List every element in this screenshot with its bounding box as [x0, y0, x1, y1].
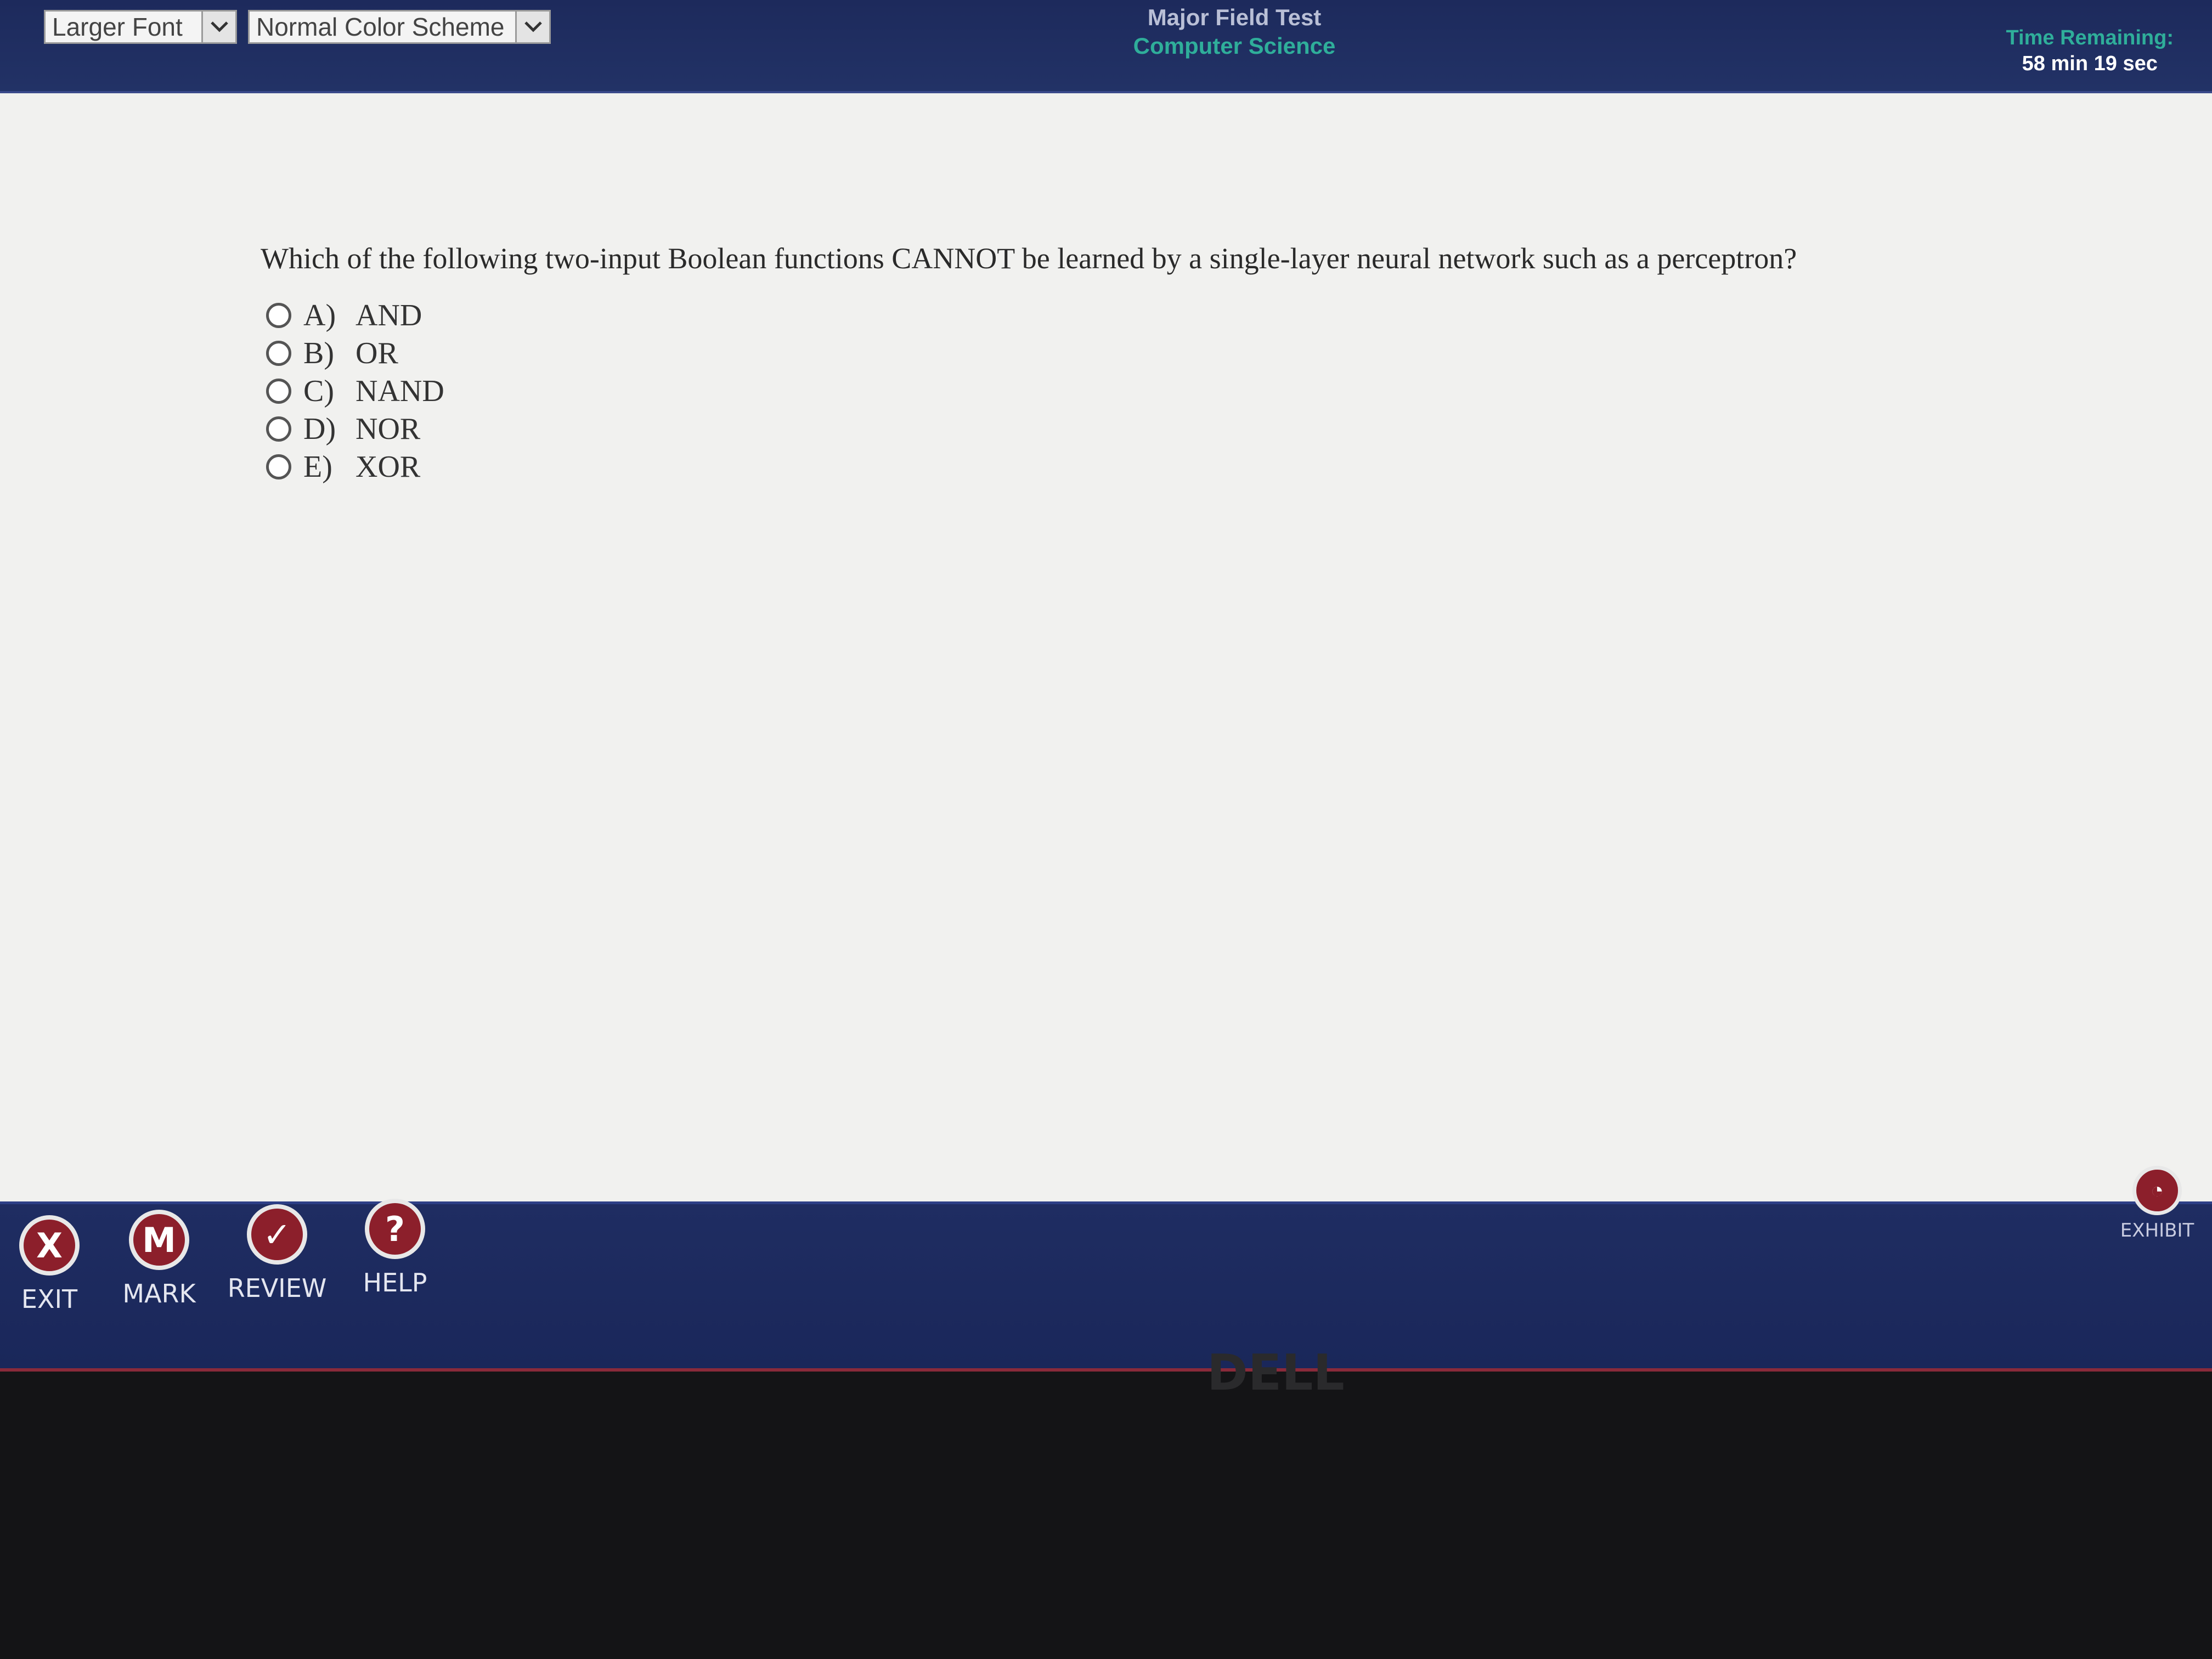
- option-letter: C): [303, 374, 334, 408]
- option-text: OR: [356, 336, 398, 370]
- test-name: Major Field Test: [1147, 4, 1322, 30]
- font-size-select[interactable]: Larger Font: [44, 10, 237, 44]
- radio-button[interactable]: [266, 454, 291, 479]
- option-c[interactable]: C) NAND: [266, 372, 444, 410]
- radio-button[interactable]: [266, 378, 291, 404]
- radio-button[interactable]: [266, 340, 291, 366]
- font-size-select-value: Larger Font: [52, 13, 183, 41]
- help-button[interactable]: ? HELP: [335, 1199, 455, 1297]
- mark-button[interactable]: M MARK: [99, 1210, 219, 1308]
- exhibit-label: EXHIBIT: [2120, 1220, 2194, 1242]
- exhibit-icon: ◔: [2132, 1166, 2182, 1215]
- mark-label: MARK: [122, 1279, 196, 1308]
- help-icon: ?: [365, 1199, 425, 1259]
- review-label: REVIEW: [227, 1273, 327, 1303]
- bottom-toolbar: ◔ EXHIBIT X EXIT M MARK ✓ REVIEW ? HELP: [0, 1166, 2212, 1372]
- exit-button[interactable]: X EXIT: [0, 1215, 110, 1314]
- option-letter: D): [303, 411, 336, 446]
- option-a[interactable]: A) AND: [266, 296, 444, 334]
- question-text: Which of the following two-input Boolean…: [261, 242, 1797, 275]
- exit-label: EXIT: [21, 1284, 78, 1314]
- header-bar: Larger Font Normal Color Scheme Major Fi…: [0, 0, 2212, 93]
- review-button[interactable]: ✓ REVIEW: [217, 1204, 337, 1303]
- check-icon: ✓: [247, 1204, 307, 1265]
- option-d[interactable]: D) NOR: [266, 410, 444, 448]
- exam-screen: Larger Font Normal Color Scheme Major Fi…: [0, 0, 2212, 1372]
- exhibit-button[interactable]: ◔ EXHIBIT: [2113, 1166, 2201, 1242]
- test-subject: Computer Science: [1133, 33, 1336, 59]
- answer-options: A) AND B) OR C) NAND D) NOR E) XOR: [266, 296, 444, 486]
- option-e[interactable]: E) XOR: [266, 448, 444, 486]
- option-letter: B): [303, 336, 334, 370]
- chevron-down-icon[interactable]: [201, 12, 235, 42]
- mark-icon: M: [129, 1210, 189, 1270]
- help-label: HELP: [363, 1268, 427, 1297]
- color-scheme-select[interactable]: Normal Color Scheme: [248, 10, 551, 44]
- monitor-bezel: [0, 1372, 2212, 1659]
- option-letter: E): [303, 449, 332, 484]
- close-icon: X: [19, 1215, 80, 1276]
- timer: Time Remaining: 58 min 19 sec: [2006, 26, 2174, 76]
- radio-button[interactable]: [266, 302, 291, 328]
- monitor-brand-logo: DELL: [1207, 1344, 1345, 1402]
- option-letter: A): [303, 298, 336, 332]
- timer-label: Time Remaining:: [2006, 26, 2174, 49]
- color-scheme-select-value: Normal Color Scheme: [256, 13, 505, 41]
- option-text: XOR: [356, 449, 421, 484]
- option-text: AND: [356, 298, 422, 332]
- option-b[interactable]: B) OR: [266, 334, 444, 372]
- chevron-down-icon[interactable]: [515, 12, 549, 42]
- option-text: NAND: [356, 374, 444, 408]
- radio-button[interactable]: [266, 416, 291, 442]
- option-text: NOR: [356, 411, 421, 446]
- test-title-block: Major Field Test Computer Science: [1042, 4, 1426, 59]
- timer-value: 58 min 19 sec: [2022, 52, 2158, 75]
